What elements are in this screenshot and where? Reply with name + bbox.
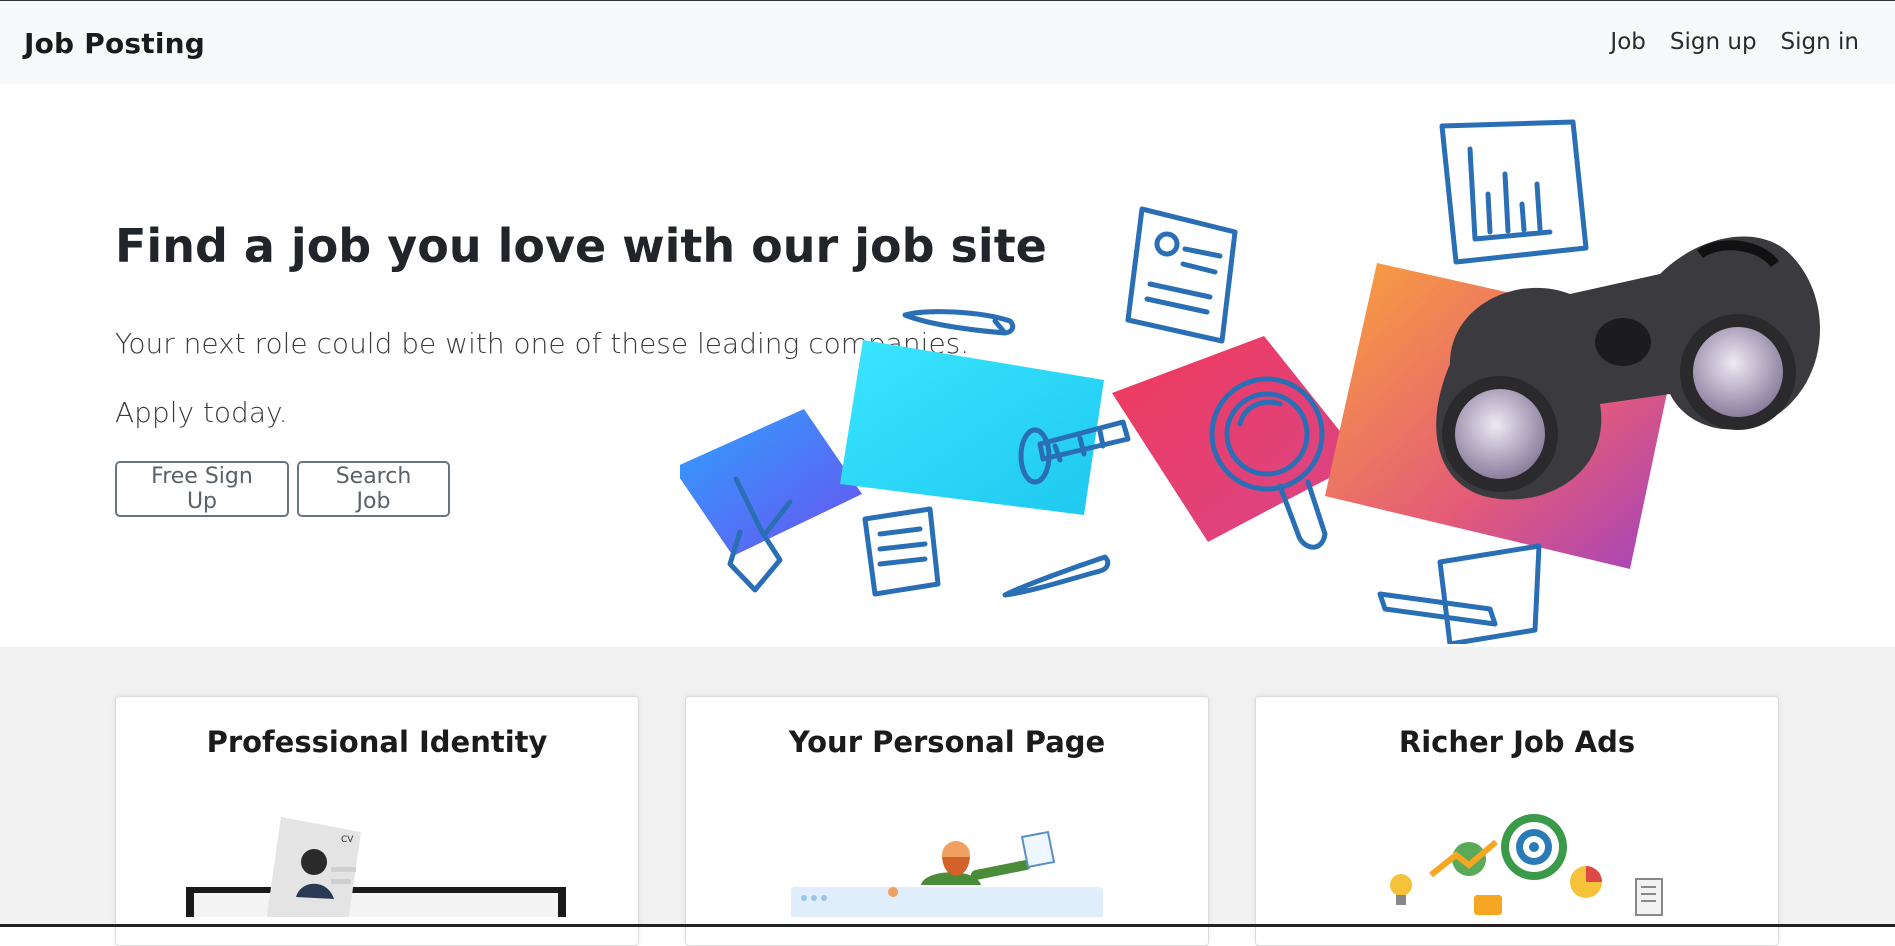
brand-logo-link[interactable]: Job Posting — [24, 27, 205, 60]
nav-link-sign-up[interactable]: Sign up — [1670, 29, 1757, 55]
feature-card-richer-job-ads: Richer Job Ads — [1255, 696, 1779, 946]
nav-links: Job Sign up Sign in — [1610, 29, 1859, 55]
svg-text:CV: CV — [341, 835, 354, 845]
hero-section: Find a job you love with our job site Yo… — [0, 84, 1895, 647]
feature-card-title: Your Personal Page — [788, 725, 1106, 759]
hero-apply-text: Apply today. — [115, 396, 288, 429]
feature-card-title: Professional Identity — [206, 725, 548, 759]
search-job-button[interactable]: Search Job — [297, 461, 450, 517]
feature-card-title: Richer Job Ads — [1398, 725, 1636, 759]
feature-card-personal-page: Your Personal Page — [685, 696, 1209, 946]
nav-link-job[interactable]: Job — [1610, 29, 1645, 55]
features-section: Professional Identity CV Your Personal P… — [0, 647, 1895, 946]
cv-illustration: CV — [186, 817, 566, 917]
job-search-illustration — [680, 119, 1820, 644]
personal-page-illustration — [791, 830, 1103, 917]
free-sign-up-button[interactable]: Free Sign Up — [115, 461, 289, 517]
nav-link-sign-in[interactable]: Sign in — [1781, 29, 1859, 55]
job-ads-illustration — [1390, 814, 1663, 916]
top-navbar: Job Posting Job Sign up Sign in — [0, 0, 1895, 84]
feature-card-professional-identity: Professional Identity CV — [115, 696, 639, 946]
